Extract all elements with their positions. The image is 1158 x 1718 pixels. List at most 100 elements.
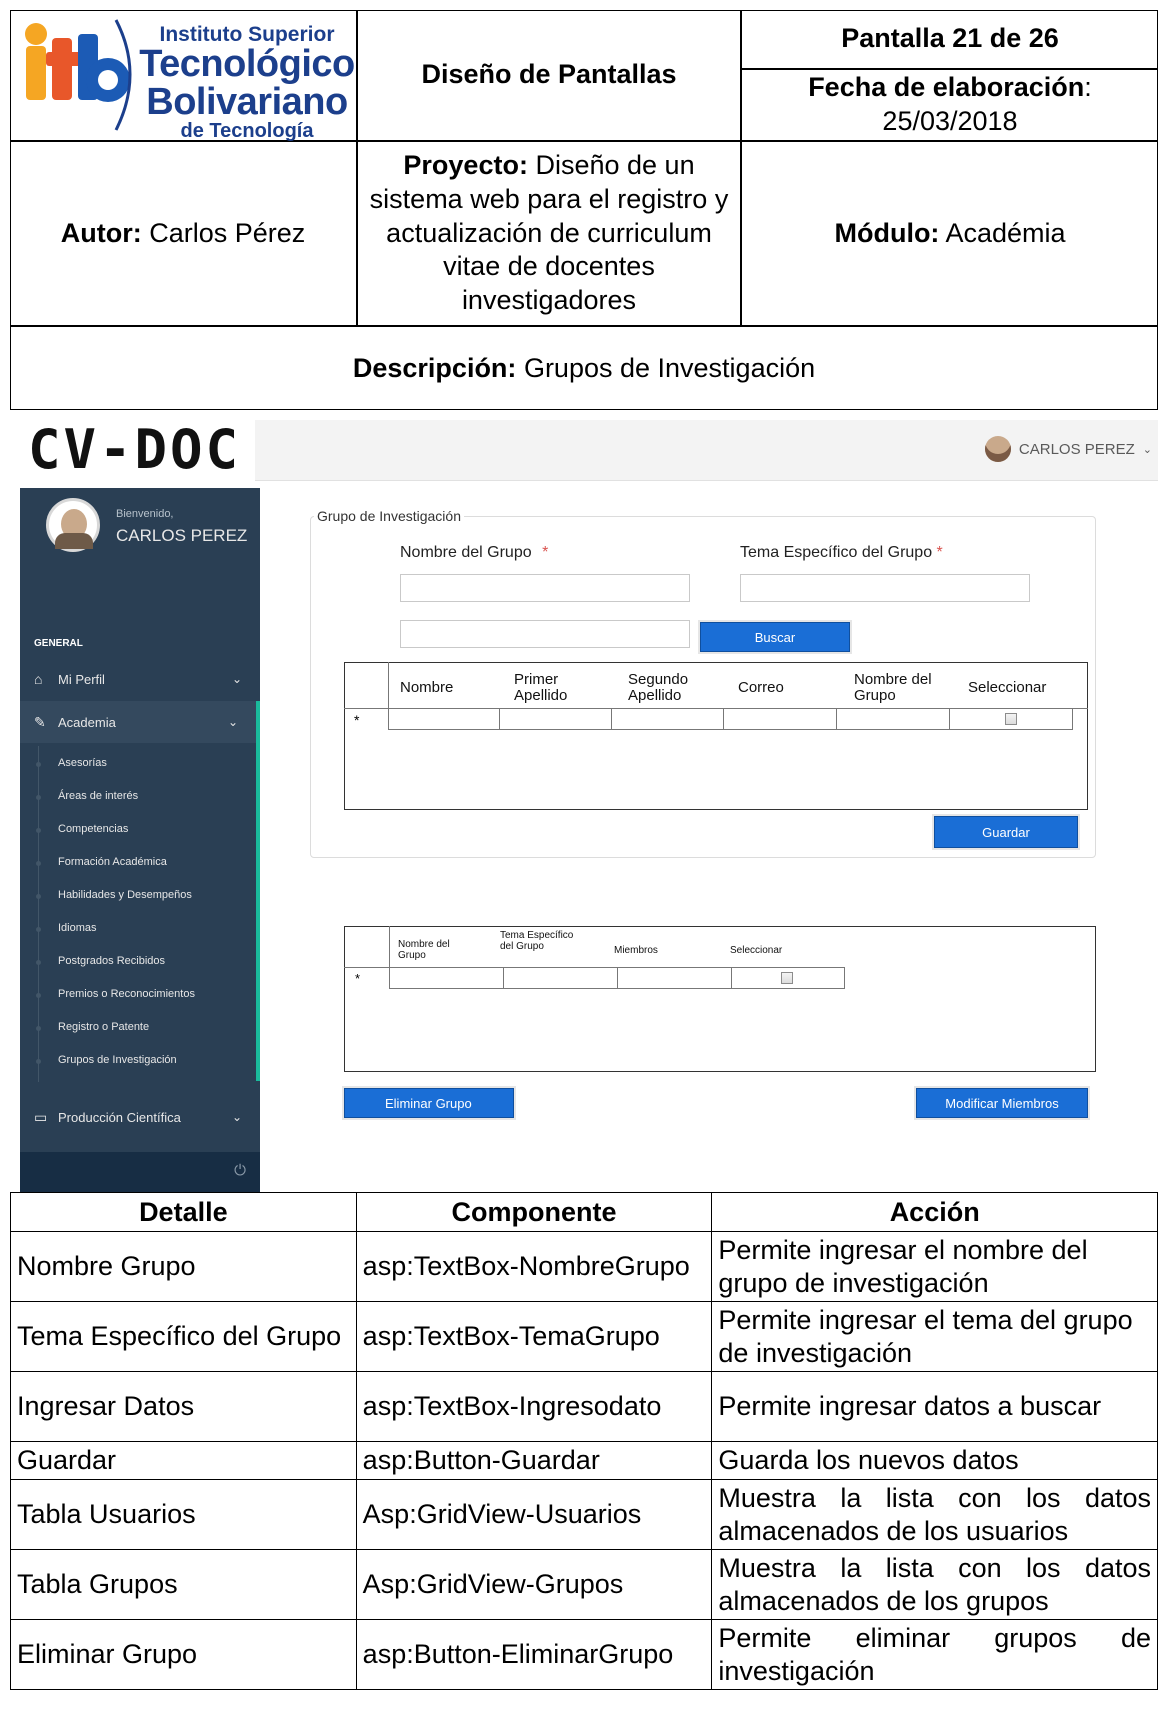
author-block: Autor: Carlos Pérez: [10, 142, 356, 325]
chevron-down-icon: ⌄: [227, 715, 238, 729]
table-row: Tabla Grupos Asp:GridView-Grupos Muestra…: [10, 1549, 1158, 1620]
sidebar-user-name: CARLOS PEREZ: [116, 526, 248, 545]
table-row: Tema Específico del Grupo asp:TextBox-Te…: [10, 1301, 1158, 1372]
details-header: Componente: [355, 1192, 713, 1232]
accion-cell: Guarda los nuevos datos: [711, 1441, 1158, 1480]
module-block: Módulo: Académia: [742, 142, 1158, 325]
groups-col-header: Tema Específico del Grupo: [500, 930, 574, 952]
detalle-cell: Eliminar Grupo: [10, 1619, 357, 1690]
details-header: Acción: [711, 1192, 1158, 1232]
accion-cell: Muestra la lista con los datos almacenad…: [711, 1549, 1158, 1620]
detalle-cell: Ingresar Datos: [10, 1371, 357, 1442]
users-cell: [499, 708, 612, 730]
componente-cell: asp:TextBox-Ingresodato: [355, 1371, 713, 1442]
chevron-down-icon: ⌄: [231, 1110, 242, 1124]
groups-col-header: Seleccionar: [730, 945, 783, 956]
menu-label: Academia: [58, 714, 116, 730]
sidebar-item-produccion[interactable]: ▭ Producción Científica ⌄: [20, 1096, 260, 1138]
sidebar-subitem[interactable]: Áreas de interés: [36, 790, 138, 802]
users-cell: [723, 708, 837, 730]
sidebar-subitem[interactable]: Habilidades y Desempeños: [36, 889, 192, 901]
componente-cell: asp:Button-Guardar: [355, 1441, 713, 1480]
sidebar: Bienvenido, CARLOS PEREZ GENERAL ⌂ Mi Pe…: [20, 488, 260, 1192]
description-label: Descripción:: [352, 352, 517, 383]
table-row: Tabla Usuarios Asp:GridView-Usuarios Mue…: [10, 1479, 1158, 1550]
search-button[interactable]: Buscar: [700, 622, 850, 652]
table-row: Eliminar Grupo asp:Button-EliminarGrupo …: [10, 1619, 1158, 1690]
accion-cell: Permite eliminar grupos de investigación: [711, 1619, 1158, 1690]
app-screenshot: CV-DOC CARLOS PEREZ ⌄ Bienvenido, CARLOS…: [10, 410, 1158, 1192]
submenu-accent: [256, 701, 260, 1081]
users-cell: [611, 708, 724, 730]
date-value: 25/03/2018: [882, 106, 1018, 136]
groups-cell: [389, 967, 504, 989]
groups-cell: [617, 967, 732, 989]
institute-logo: Instituto Superior Tecnológico Bolivaria…: [12, 12, 355, 141]
save-button[interactable]: Guardar: [934, 816, 1078, 848]
sidebar-subitem[interactable]: Registro o Patente: [36, 1021, 149, 1033]
sidebar-item-academia[interactable]: ✎ Academia ⌄: [20, 701, 260, 743]
logo-line2: Tecnológico: [139, 43, 355, 85]
module-label: Módulo:: [834, 217, 940, 248]
groups-col-header: Miembros: [614, 945, 658, 956]
users-col-header: Nombre del Grupo: [854, 671, 932, 704]
detalle-cell: Tema Específico del Grupo: [10, 1301, 357, 1372]
componente-cell: asp:TextBox-TemaGrupo: [355, 1301, 713, 1372]
groups-col-header: Nombre del Grupo: [398, 939, 450, 961]
sidebar-item-mi-perfil[interactable]: ⌂ Mi Perfil ⌄: [20, 658, 260, 700]
user-menu[interactable]: CARLOS PEREZ ⌄: [984, 436, 1152, 462]
group-topic-label: Tema Específico del Grupo *: [740, 544, 943, 561]
users-col-header: Nombre: [400, 679, 454, 696]
table-row: Ingresar Datos asp:TextBox-Ingresodato P…: [10, 1371, 1158, 1442]
accion-cell: Permite ingresar el tema del grupo de in…: [711, 1301, 1158, 1372]
welcome-text: Bienvenido,: [116, 508, 174, 520]
search-input[interactable]: [400, 620, 690, 648]
sidebar-subitem[interactable]: Premios o Reconocimientos: [36, 988, 195, 1000]
app-brand: CV-DOC: [28, 418, 242, 481]
logo-line4: de Tecnología: [180, 120, 314, 142]
sidebar-subitem[interactable]: Competencias: [36, 823, 128, 835]
detalle-cell: Guardar: [10, 1441, 357, 1480]
sidebar-subitem[interactable]: Formación Académica: [36, 856, 167, 868]
chevron-down-icon: ⌄: [231, 672, 242, 686]
group-topic-input[interactable]: [740, 574, 1030, 602]
avatar: [46, 498, 100, 552]
description-block: Descripción: Grupos de Investigación: [10, 327, 1158, 410]
sidebar-subitem[interactable]: Asesorías: [36, 757, 107, 769]
fieldset-legend: Grupo de Investigación: [314, 508, 464, 524]
modify-members-button[interactable]: Modificar Miembros: [916, 1088, 1088, 1118]
menu-label: Producción Científica: [58, 1109, 181, 1125]
project-block: Proyecto: Diseño de un sistema web para …: [366, 142, 732, 325]
monitor-icon: ▭: [34, 1108, 48, 1125]
sidebar-subitem[interactable]: Postgrados Recibidos: [36, 955, 165, 967]
group-name-input[interactable]: [400, 574, 690, 602]
details-table: Detalle Componente Acción Nombre Grupo a…: [10, 1192, 1158, 1690]
power-icon[interactable]: ⏻: [234, 1162, 246, 1179]
componente-cell: asp:TextBox-NombreGrupo: [355, 1231, 713, 1302]
sidebar-subitem-grupos[interactable]: Grupos de Investigación: [36, 1054, 177, 1066]
groups-select-checkbox[interactable]: [781, 972, 793, 984]
edit-icon: ✎: [34, 713, 46, 730]
menu-label: Mi Perfil: [58, 671, 105, 687]
sidebar-subitem[interactable]: Idiomas: [36, 922, 97, 934]
users-col-header: Correo: [738, 679, 784, 696]
users-select-checkbox[interactable]: [1005, 713, 1017, 725]
details-header: Detalle: [10, 1192, 357, 1232]
row-marker: *: [354, 712, 360, 728]
componente-cell: Asp:GridView-Grupos: [355, 1549, 713, 1620]
accion-cell: Muestra la lista con los datos almacenad…: [711, 1479, 1158, 1550]
home-icon: ⌂: [34, 671, 43, 687]
users-col-header: Primer Apellido: [514, 671, 568, 704]
delete-group-button[interactable]: Eliminar Grupo: [344, 1088, 514, 1118]
doc-title: Diseño de Pantallas: [421, 59, 677, 90]
author-value: Carlos Pérez: [149, 217, 306, 248]
top-navbar: CARLOS PEREZ ⌄: [255, 420, 1158, 481]
groups-cell: [503, 967, 618, 989]
accion-cell: Permite ingresar datos a buscar: [711, 1371, 1158, 1442]
user-avatar-icon: [984, 436, 1011, 462]
detalle-cell: Tabla Usuarios: [10, 1479, 357, 1550]
sidebar-footer: ⏻: [20, 1152, 260, 1192]
date-block: Fecha de elaboración: 25/03/2018: [742, 70, 1158, 140]
table-row: Nombre Grupo asp:TextBox-NombreGrupo Per…: [10, 1231, 1158, 1302]
date-label: Fecha de elaboración: [808, 72, 1085, 103]
